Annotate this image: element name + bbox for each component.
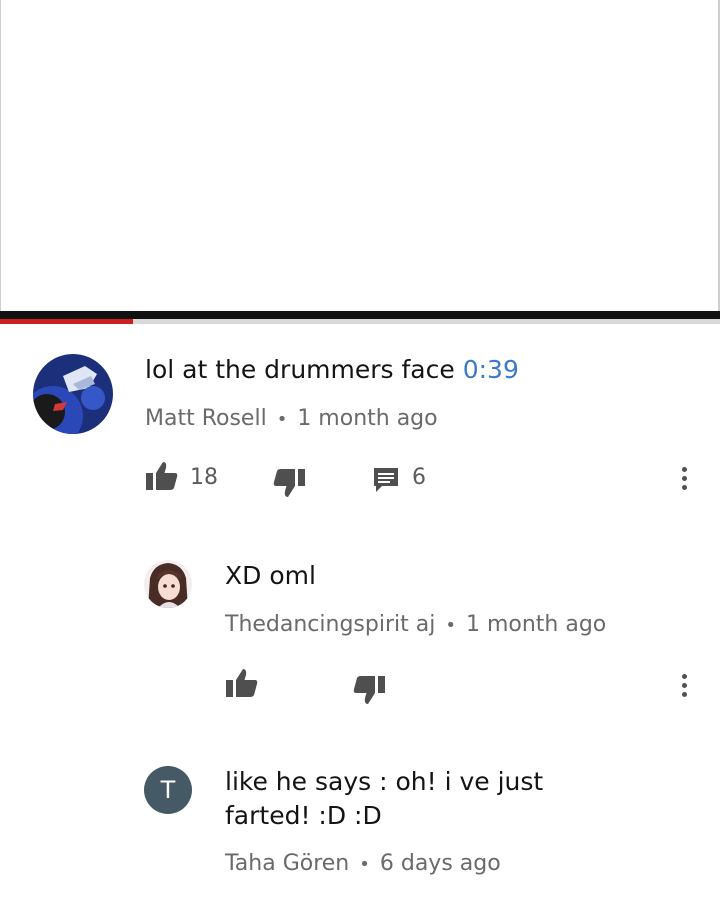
more-vertical-icon[interactable] <box>674 671 694 705</box>
author-name[interactable]: Taha Gören <box>225 851 349 876</box>
comment-meta: Thedancingspirit aj • 1 month ago <box>225 611 606 640</box>
comment-age: 1 month ago <box>297 406 438 431</box>
thumbs-up-icon[interactable] <box>146 461 178 495</box>
comment-meta: Matt Rosell • 1 month ago <box>145 405 438 434</box>
thumbs-up-icon[interactable] <box>226 668 258 702</box>
comment-text: like he says : oh! i ve just farted! :D … <box>225 767 544 830</box>
video-progress-bar[interactable] <box>0 319 720 324</box>
comment-age: 6 days ago <box>379 851 501 876</box>
comment-age: 1 month ago <box>465 612 607 637</box>
comment-meta: Taha Gören • 6 days ago <box>225 850 501 879</box>
author-name[interactable]: Thedancingspirit aj <box>225 612 435 637</box>
avatar[interactable]: T <box>144 766 192 814</box>
video-player-bottom-edge <box>0 311 720 319</box>
separator-dot: • <box>445 615 456 636</box>
reply-count[interactable]: 6 <box>412 464 426 492</box>
reply-comment-icon[interactable] <box>372 466 400 498</box>
video-player[interactable] <box>0 0 720 312</box>
comment-text: XD oml <box>225 561 316 590</box>
separator-dot: • <box>276 409 288 430</box>
separator-dot: • <box>359 854 370 875</box>
video-progress-fill <box>0 319 134 324</box>
thumbs-down-icon[interactable] <box>353 675 385 709</box>
comment-text: lol at the drummers face 0:39 <box>145 355 519 384</box>
author-name[interactable]: Matt Rosell <box>145 406 267 431</box>
timestamp-link[interactable]: 0:39 <box>463 355 519 384</box>
thumbs-down-icon[interactable] <box>273 468 305 502</box>
more-vertical-icon[interactable] <box>674 464 694 498</box>
like-count: 18 <box>190 465 218 490</box>
avatar[interactable] <box>33 354 113 434</box>
avatar[interactable] <box>144 560 192 608</box>
